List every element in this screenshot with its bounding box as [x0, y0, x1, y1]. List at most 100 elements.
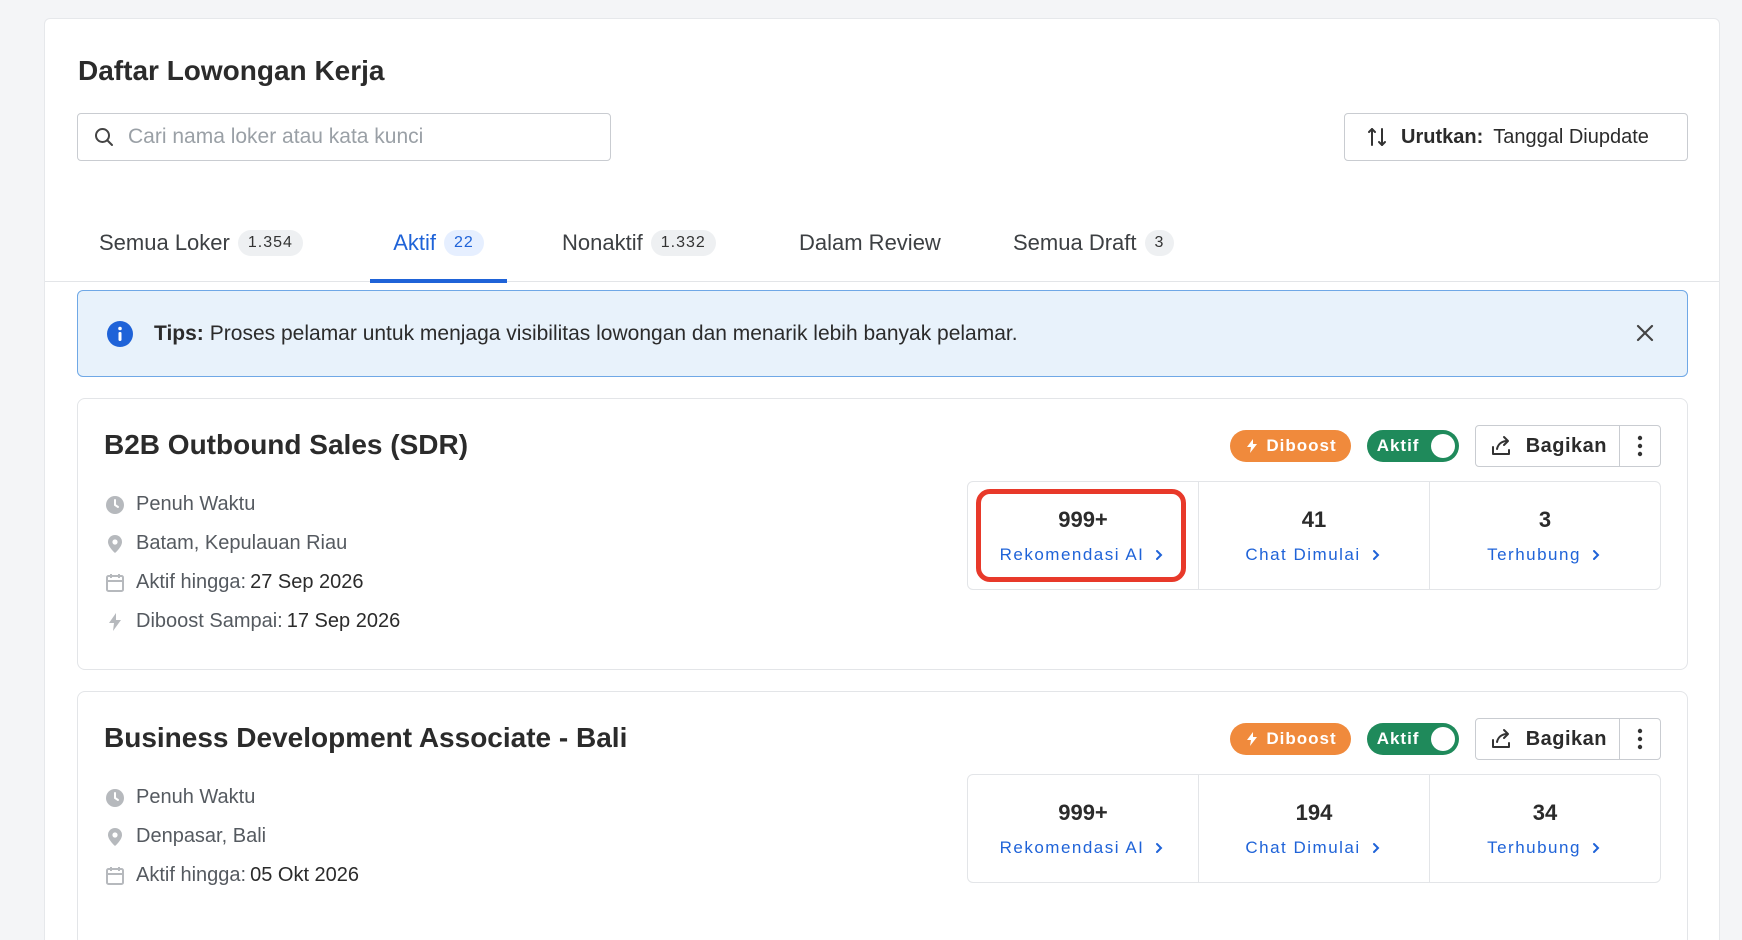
job-meta: Penuh Waktu Denpasar, Bali Aktif hingga:… [104, 778, 359, 895]
stat-ai-recommendation[interactable]: 999+ Rekomendasi AI [968, 482, 1199, 589]
stat-chat-started[interactable]: 194 Chat Dimulai [1199, 775, 1430, 882]
job-list-panel: Daftar Lowongan Kerja Urutkan: Tanggal D… [44, 18, 1720, 940]
location-pin-icon [108, 827, 122, 846]
stat-link[interactable]: Terhubung [1487, 838, 1603, 858]
stat-value: 3 [1538, 506, 1552, 532]
sort-button[interactable]: Urutkan: Tanggal Diupdate [1344, 113, 1688, 161]
status-toggle[interactable]: Aktif [1366, 723, 1459, 755]
job-meta: Penuh Waktu Batam, Kepulauan Riau Aktif … [104, 485, 400, 641]
more-options-button[interactable] [1620, 426, 1660, 466]
boost-label: Diboost [1266, 729, 1337, 748]
stat-label: Terhubung [1487, 544, 1581, 564]
sort-label: Urutkan: [1401, 125, 1484, 148]
boost-until-label: Diboost Sampai: [136, 610, 283, 632]
share-icon [1491, 436, 1510, 455]
job-card[interactable]: B2B Outbound Sales (SDR) Diboost Aktif B… [77, 398, 1688, 670]
more-vertical-icon [1637, 728, 1643, 750]
clock-icon [106, 788, 124, 807]
chevron-right-icon [1592, 842, 1600, 853]
status-label: Aktif [1376, 436, 1420, 455]
job-stats: 999+ Rekomendasi AI 194 Chat Dimulai 34 … [967, 774, 1661, 883]
more-options-button[interactable] [1620, 719, 1660, 759]
tips-label: Tips: [154, 321, 204, 345]
stat-label: Chat Dimulai [1245, 837, 1361, 857]
share-icon [1491, 729, 1510, 748]
tab-nonaktif[interactable]: Nonaktif 1.332 [562, 204, 716, 282]
status-toggle[interactable]: Aktif [1366, 430, 1459, 462]
share-label: Bagikan [1525, 434, 1607, 457]
job-type: Penuh Waktu [104, 778, 359, 817]
tab-count: 22 [444, 230, 484, 256]
highlight-box [976, 489, 1186, 582]
search-input[interactable] [128, 125, 588, 149]
share-button[interactable]: Bagikan [1476, 719, 1620, 759]
lightning-icon [109, 612, 121, 631]
sort-value: Tanggal Diupdate [1493, 125, 1649, 148]
stat-connected[interactable]: 34 Terhubung [1430, 775, 1660, 882]
job-location-text: Batam, Kepulauan Riau [136, 532, 348, 554]
chevron-right-icon [1156, 842, 1163, 853]
tab-label: Semua Draft [1013, 230, 1137, 255]
info-icon [107, 320, 133, 347]
toggle-knob [1430, 727, 1455, 751]
tab-count: 3 [1144, 230, 1175, 256]
stat-label: Rekomendasi AI [999, 837, 1145, 857]
tab-semua-loker[interactable]: Semua Loker 1.354 [99, 204, 303, 282]
tab-count: 1.332 [650, 230, 716, 256]
stat-value: 999+ [1058, 799, 1108, 825]
job-location-text: Denpasar, Bali [136, 825, 267, 847]
tab-aktif[interactable]: Aktif 22 [370, 204, 507, 283]
lightning-icon [1247, 439, 1258, 453]
search-icon [95, 128, 113, 146]
active-until-label: Aktif hingga: [136, 571, 247, 593]
calendar-icon [106, 866, 124, 885]
stat-connected[interactable]: 3 Terhubung [1430, 482, 1660, 589]
page-title: Daftar Lowongan Kerja [78, 55, 385, 86]
status-label: Aktif [1376, 729, 1420, 748]
sort-arrows-icon [1368, 128, 1386, 146]
stat-value: 999+ [1058, 506, 1108, 532]
job-card[interactable]: Business Development Associate - Bali Di… [77, 691, 1688, 940]
card-actions: Diboost Aktif Bagikan [1230, 718, 1661, 760]
tips-text: Proses pelamar untuk menjaga visibilitas… [209, 321, 1018, 345]
stat-label: Terhubung [1487, 837, 1581, 857]
stat-ai-recommendation[interactable]: 999+ Rekomendasi AI [968, 775, 1199, 882]
job-stats: 999+ Rekomendasi AI 41 Chat Dimulai 3 Te… [967, 481, 1661, 590]
chevron-right-icon [1592, 549, 1600, 560]
job-type: Penuh Waktu [104, 485, 400, 524]
stat-value: 194 [1295, 799, 1333, 825]
job-type-text: Penuh Waktu [136, 786, 256, 808]
boost-label: Diboost [1266, 436, 1337, 455]
card-actions: Diboost Aktif Bagikan [1230, 425, 1661, 467]
job-title[interactable]: B2B Outbound Sales (SDR) [104, 429, 468, 461]
toggle-knob [1430, 434, 1455, 458]
boost-badge: Diboost [1230, 430, 1351, 462]
tab-label: Dalam Review [799, 230, 941, 255]
active-until-label: Aktif hingga: [136, 864, 247, 886]
stat-link[interactable]: Rekomendasi AI [1000, 545, 1167, 565]
share-button[interactable]: Bagikan [1476, 426, 1620, 466]
search-box[interactable] [77, 113, 611, 161]
boost-until-value: 17 Sep 2026 [286, 610, 401, 632]
stat-label: Rekomendasi AI [999, 544, 1145, 564]
job-boost-until: Diboost Sampai: 17 Sep 2026 [104, 602, 400, 641]
stat-link[interactable]: Rekomendasi AI [1000, 838, 1167, 858]
tab-count: 1.354 [237, 230, 303, 256]
job-type-text: Penuh Waktu [136, 493, 256, 515]
stat-link[interactable]: Chat Dimulai [1245, 838, 1382, 858]
chevron-right-icon [1372, 549, 1380, 560]
job-title[interactable]: Business Development Associate - Bali [104, 722, 627, 754]
share-group: Bagikan [1474, 718, 1661, 760]
stat-chat-started[interactable]: 41 Chat Dimulai [1199, 482, 1430, 589]
job-location: Denpasar, Bali [104, 817, 359, 856]
close-icon[interactable] [1633, 321, 1657, 345]
tab-label: Semua Loker [99, 230, 230, 255]
tab-bar: Semua Loker 1.354 Aktif 22 Nonaktif 1.33… [45, 204, 1719, 283]
tab-dalam-review[interactable]: Dalam Review [799, 204, 941, 282]
stat-link[interactable]: Terhubung [1487, 545, 1603, 565]
job-active-until: Aktif hingga: 05 Okt 2026 [104, 856, 359, 895]
tab-label: Aktif [393, 230, 436, 255]
stat-link[interactable]: Chat Dimulai [1245, 545, 1382, 565]
lightning-icon [1247, 732, 1258, 746]
tab-semua-draft[interactable]: Semua Draft 3 [1013, 204, 1175, 282]
